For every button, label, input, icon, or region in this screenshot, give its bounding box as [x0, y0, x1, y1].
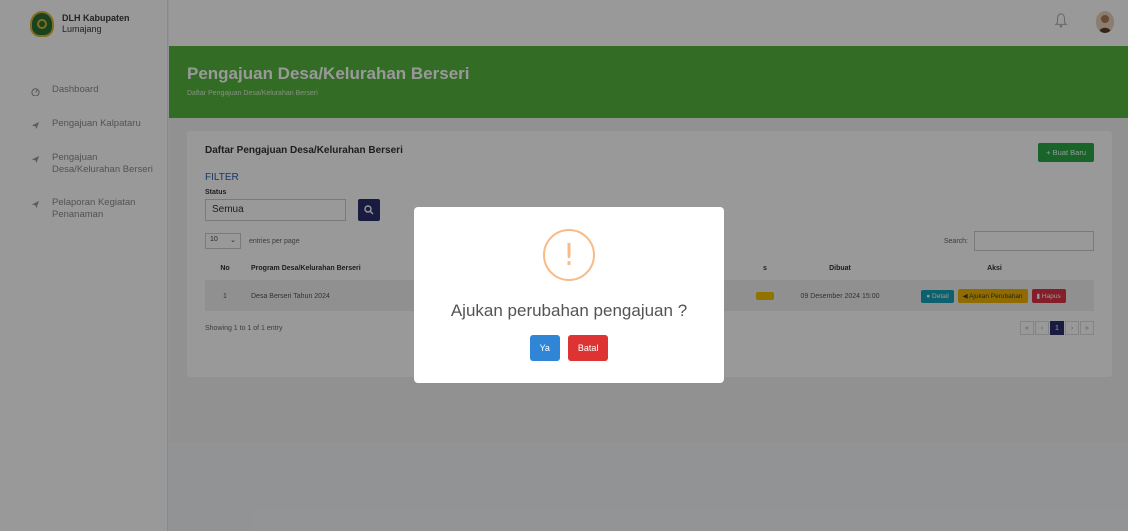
- confirm-dialog: ! Ajukan perubahan pengajuan ? Ya Batal: [414, 207, 724, 383]
- cancel-button[interactable]: Batal: [567, 335, 609, 361]
- dialog-title: Ajukan perubahan pengajuan ?: [450, 301, 688, 320]
- confirm-button[interactable]: Ya: [529, 335, 560, 361]
- warning-glyph: !: [562, 237, 576, 273]
- dialog-buttons: Ya Batal: [414, 335, 724, 361]
- warning-icon: !: [543, 229, 595, 281]
